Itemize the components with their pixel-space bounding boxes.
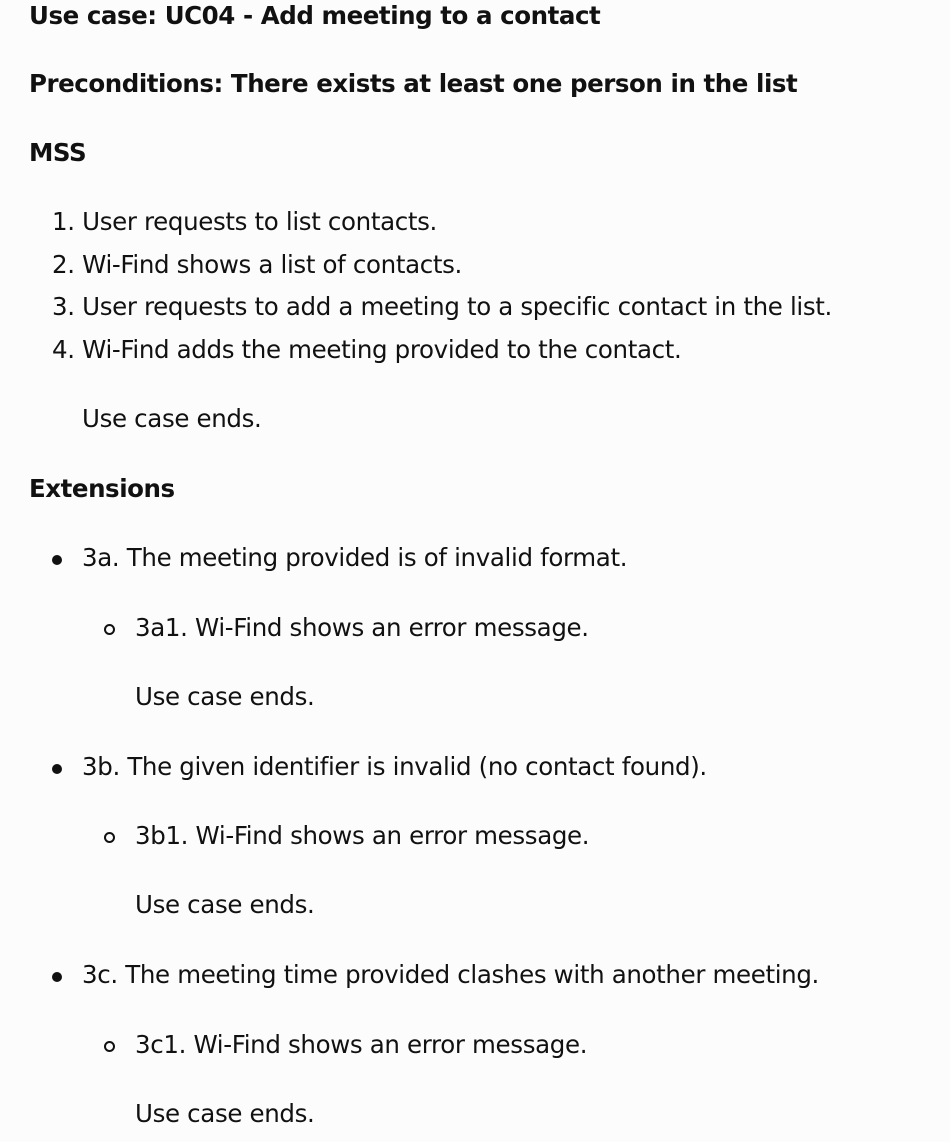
bullet-circle-icon (104, 1041, 115, 1052)
extension-3b: 3b. The given identifier is invalid (no … (82, 752, 707, 781)
bullet-circle-icon (104, 832, 115, 843)
bullet-circle-icon (104, 624, 115, 635)
extension-3c1: 3c1. Wi-Find shows an error message. (135, 1030, 588, 1059)
mss-step-1: 1. User requests to list contacts. (52, 207, 437, 236)
bullet-disc-icon (52, 764, 62, 774)
bullet-disc-icon (52, 972, 62, 982)
extension-3b1: 3b1. Wi-Find shows an error message. (135, 821, 590, 850)
extension-3a-use-case-ends: Use case ends. (135, 682, 315, 711)
use-case-title: Use case: UC04 - Add meeting to a contac… (29, 1, 601, 30)
extension-3b-use-case-ends: Use case ends. (135, 890, 315, 919)
mss-step-3: 3. User requests to add a meeting to a s… (52, 292, 832, 321)
extension-3a1: 3a1. Wi-Find shows an error message. (135, 613, 589, 642)
extension-3a: 3a. The meeting provided is of invalid f… (82, 543, 628, 572)
extensions-heading: Extensions (29, 474, 175, 503)
preconditions-text: Preconditions: There exists at least one… (29, 69, 798, 98)
extension-3c: 3c. The meeting time provided clashes wi… (82, 960, 819, 989)
mss-use-case-ends: Use case ends. (82, 404, 262, 433)
mss-heading: MSS (29, 138, 87, 167)
mss-step-2: 2. Wi-Find shows a list of contacts. (52, 250, 462, 279)
mss-step-4: 4. Wi-Find adds the meeting provided to … (52, 335, 682, 364)
bullet-disc-icon (52, 555, 62, 565)
extension-3c-use-case-ends: Use case ends. (135, 1099, 315, 1128)
use-case-document: Use case: UC04 - Add meeting to a contac… (0, 0, 950, 1142)
